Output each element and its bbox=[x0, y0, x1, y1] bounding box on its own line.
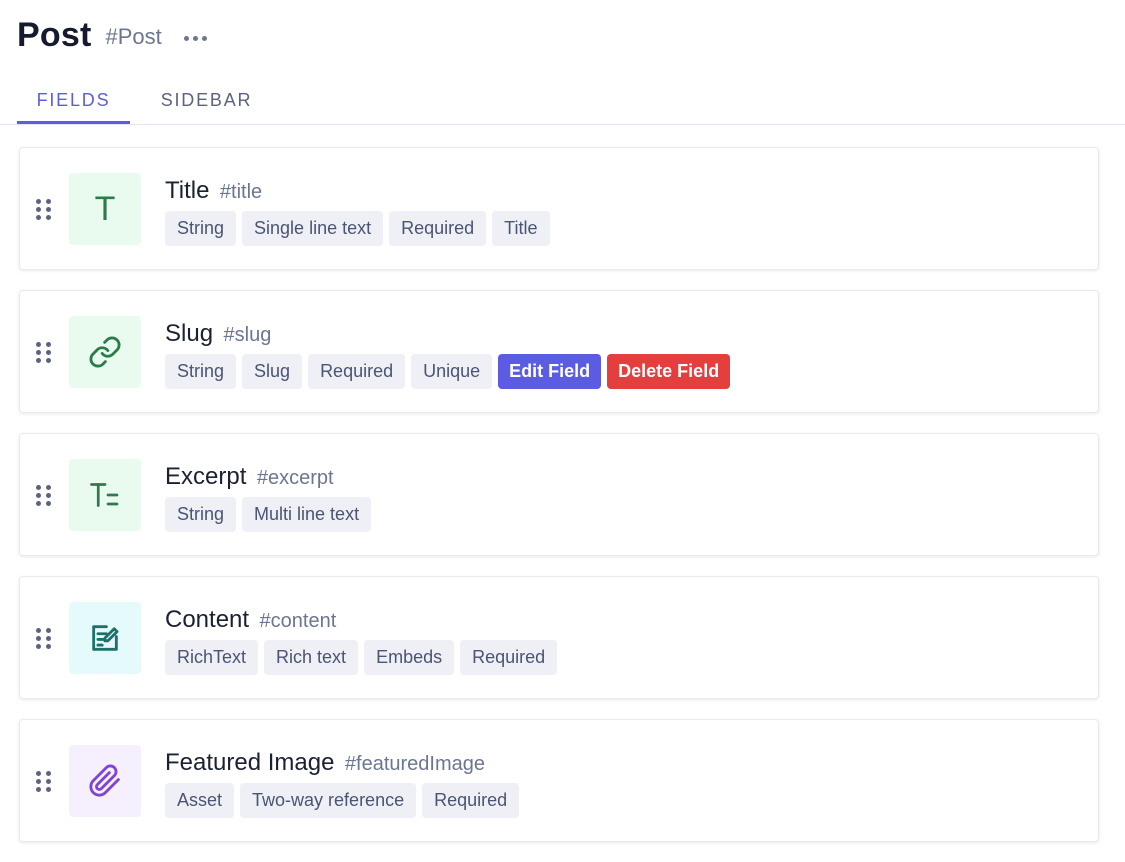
page-title: Post bbox=[17, 15, 92, 54]
drag-handle-icon[interactable] bbox=[36, 199, 52, 221]
field-card-slug[interactable]: Slug #slug String Slug Required Unique E… bbox=[19, 290, 1099, 413]
field-card-content[interactable]: Content #content RichText Rich text Embe… bbox=[19, 576, 1099, 699]
field-name: Content bbox=[165, 606, 250, 633]
drag-handle-icon[interactable] bbox=[36, 485, 52, 507]
field-api-id: #title bbox=[219, 181, 263, 203]
field-api-id: #featuredImage bbox=[344, 753, 485, 775]
tab-bar: FIELDS SIDEBAR bbox=[0, 80, 1125, 125]
tag: Title bbox=[492, 211, 550, 246]
tag: Required bbox=[389, 211, 487, 246]
field-api-id: #excerpt bbox=[256, 467, 334, 489]
field-list: T Title #title String Single line text R… bbox=[19, 147, 1099, 862]
field-card-excerpt[interactable]: Excerpt #excerpt String Multi line text bbox=[19, 433, 1099, 556]
field-tags: String Multi line text bbox=[165, 497, 372, 532]
field-card-title[interactable]: T Title #title String Single line text R… bbox=[19, 147, 1099, 270]
field-tags: Asset Two-way reference Required bbox=[165, 783, 520, 818]
field-heading: Content #content bbox=[165, 606, 336, 634]
tag: String bbox=[165, 354, 237, 389]
field-name: Slug bbox=[165, 320, 214, 347]
field-name: Title bbox=[165, 177, 210, 204]
drag-handle-icon[interactable] bbox=[36, 628, 52, 650]
field-api-id: #content bbox=[259, 610, 337, 632]
field-card-featured-image[interactable]: Featured Image #featuredImage Asset Two-… bbox=[19, 719, 1099, 842]
tag: Required bbox=[422, 783, 520, 818]
drag-handle-icon[interactable] bbox=[36, 342, 52, 364]
multiline-text-icon bbox=[69, 459, 141, 531]
field-heading: Title #title bbox=[165, 177, 262, 205]
tab-fields[interactable]: FIELDS bbox=[17, 80, 130, 124]
model-api-id: #Post bbox=[105, 24, 162, 49]
field-tags: String Single line text Required Title bbox=[165, 211, 550, 246]
tag: Asset bbox=[165, 783, 235, 818]
tag: RichText bbox=[165, 640, 259, 675]
field-heading: Excerpt #excerpt bbox=[165, 463, 334, 491]
tab-sidebar[interactable]: SIDEBAR bbox=[150, 80, 263, 124]
field-name: Featured Image bbox=[165, 749, 335, 776]
tag: Required bbox=[460, 640, 558, 675]
edit-field-button[interactable]: Edit Field bbox=[498, 354, 602, 389]
tag: Two-way reference bbox=[240, 783, 417, 818]
tag: Embeds bbox=[364, 640, 455, 675]
link-icon bbox=[69, 316, 141, 388]
tag: Slug bbox=[242, 354, 303, 389]
field-tags: String Slug Required Unique Edit Field D… bbox=[165, 354, 731, 389]
tag: Multi line text bbox=[242, 497, 372, 532]
delete-field-button[interactable]: Delete Field bbox=[607, 354, 731, 389]
field-tags: RichText Rich text Embeds Required bbox=[165, 640, 558, 675]
rich-text-edit-icon bbox=[69, 602, 141, 674]
field-heading: Featured Image #featuredImage bbox=[165, 749, 485, 777]
page-header: Post #Post bbox=[17, 10, 207, 60]
text-t-icon: T bbox=[69, 173, 141, 245]
paperclip-icon bbox=[69, 745, 141, 817]
tag: String bbox=[165, 211, 237, 246]
field-heading: Slug #slug bbox=[165, 320, 271, 348]
field-name: Excerpt bbox=[165, 463, 247, 490]
field-api-id: #slug bbox=[223, 324, 272, 346]
more-options-icon[interactable] bbox=[183, 35, 207, 41]
drag-handle-icon[interactable] bbox=[36, 771, 52, 793]
tag: Required bbox=[308, 354, 406, 389]
tag: String bbox=[165, 497, 237, 532]
tag: Rich text bbox=[264, 640, 359, 675]
tag: Unique bbox=[411, 354, 493, 389]
tag: Single line text bbox=[242, 211, 384, 246]
